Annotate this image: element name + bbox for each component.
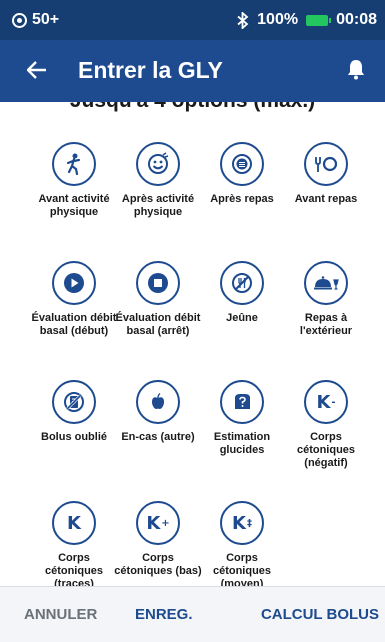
- bell-icon: [348, 59, 364, 79]
- notifications-button[interactable]: [341, 54, 371, 84]
- battery-percent: 100%: [257, 11, 299, 28]
- tag-label: En-cas (autre): [121, 431, 195, 443]
- ketone-negative-icon: K-: [304, 380, 348, 424]
- bottom-action-bar: ANNULER ENREG. CALCUL BOLUS: [0, 586, 385, 642]
- tag-label: Avant repas: [294, 193, 358, 205]
- plate-full-icon: [220, 142, 264, 186]
- missed-bolus-icon: [52, 380, 96, 424]
- tag-before-activity[interactable]: Avant activité physique: [29, 142, 119, 219]
- tag-ketones-negative[interactable]: K- Corps cétoniques (négatif): [281, 380, 371, 470]
- tag-label: Corps cétoniques (négatif): [296, 431, 356, 469]
- tag-label: Corps cétoniques (moyen): [212, 552, 272, 586]
- tag-ketones-moderate[interactable]: K ‡ Corps cétoniques (moyen): [197, 501, 287, 586]
- tag-options-list[interactable]: Jusqu'à 4 options (max.) Avant activité …: [0, 102, 385, 586]
- cancel-button[interactable]: ANNULER: [24, 606, 97, 623]
- tag-carb-estimate[interactable]: Estimation glucides: [197, 380, 287, 457]
- tag-label: Repas à l'extérieur: [299, 312, 353, 337]
- tag-basal-test-stop[interactable]: Évaluation débit basal (arrêt): [113, 261, 203, 338]
- notification-dot-icon: [12, 12, 27, 28]
- ketone-low-icon: K +: [136, 501, 180, 545]
- tag-eating-out[interactable]: Repas à l'extérieur: [281, 261, 371, 338]
- tag-after-activity[interactable]: Après activité physique: [113, 142, 203, 219]
- status-right: 100% 00:08: [237, 11, 377, 29]
- person-activity-icon: [52, 142, 96, 186]
- tag-snack[interactable]: En-cas (autre): [113, 380, 203, 444]
- ketone-symbol: K: [67, 512, 81, 534]
- tag-missed-bolus[interactable]: Bolus oublié: [29, 380, 119, 444]
- tag-label: Bolus oublié: [41, 431, 107, 443]
- status-left: 50+: [12, 11, 59, 29]
- no-food-icon: [220, 261, 264, 305]
- status-bar: 50+ 100% 00:08: [0, 0, 385, 40]
- smiley-icon: [136, 142, 180, 186]
- tag-label: Estimation glucides: [213, 431, 271, 456]
- ketone-symbol: K: [146, 512, 161, 534]
- ketone-moderate-icon: K ‡: [220, 501, 264, 545]
- fork-plate-icon: [304, 142, 348, 186]
- section-heading: Jusqu'à 4 options (max.): [0, 102, 385, 113]
- tag-ketones-low[interactable]: K + Corps cétoniques (bas): [113, 501, 203, 578]
- page-title: Entrer la GLY: [78, 57, 223, 83]
- play-icon: [52, 261, 96, 305]
- tag-label: Après repas: [210, 193, 274, 205]
- ketone-sup: -: [331, 396, 336, 408]
- tag-basal-test-start[interactable]: Évaluation débit basal (début): [29, 261, 119, 338]
- ketone-trace-icon: K: [52, 501, 96, 545]
- tag-ketones-trace[interactable]: K Corps cétoniques (traces): [29, 501, 119, 586]
- tag-fasting[interactable]: Jeûne: [197, 261, 287, 325]
- tag-label: Évaluation débit basal (arrêt): [115, 312, 201, 337]
- tag-label: Corps cétoniques (bas): [114, 552, 202, 577]
- carb-estimate-icon: [220, 380, 264, 424]
- tag-after-meal[interactable]: Après repas: [197, 142, 287, 206]
- app-bar: Entrer la GLY: [0, 40, 385, 102]
- ketone-sup: +: [161, 517, 170, 529]
- stop-icon: [136, 261, 180, 305]
- bluetooth-icon: [237, 11, 249, 29]
- ketone-sup: ‡: [246, 517, 252, 529]
- calculate-bolus-button[interactable]: CALCUL BOLUS: [261, 606, 379, 623]
- battery-icon: [306, 14, 332, 26]
- back-button[interactable]: [20, 53, 54, 87]
- tag-label: Évaluation débit basal (début): [31, 312, 117, 337]
- status-time: 00:08: [336, 11, 377, 28]
- tag-label: Jeûne: [226, 312, 258, 324]
- arrow-left-icon: [27, 61, 46, 79]
- app-screen: 50+ 100% 00:08 Entrer la GLY Jusqu'à 4 o: [0, 0, 385, 642]
- tag-label: Avant activité physique: [38, 193, 110, 218]
- tag-before-meal[interactable]: Avant repas: [281, 142, 371, 206]
- restaurant-icon: [304, 261, 348, 305]
- tag-label: Corps cétoniques (traces): [44, 552, 104, 586]
- notification-count: 50+: [32, 11, 60, 28]
- save-button[interactable]: ENREG.: [135, 606, 193, 623]
- ketone-symbol: K: [316, 391, 331, 413]
- ketone-symbol: K: [232, 512, 246, 534]
- tag-label: Après activité physique: [121, 193, 195, 218]
- apple-icon: [136, 380, 180, 424]
